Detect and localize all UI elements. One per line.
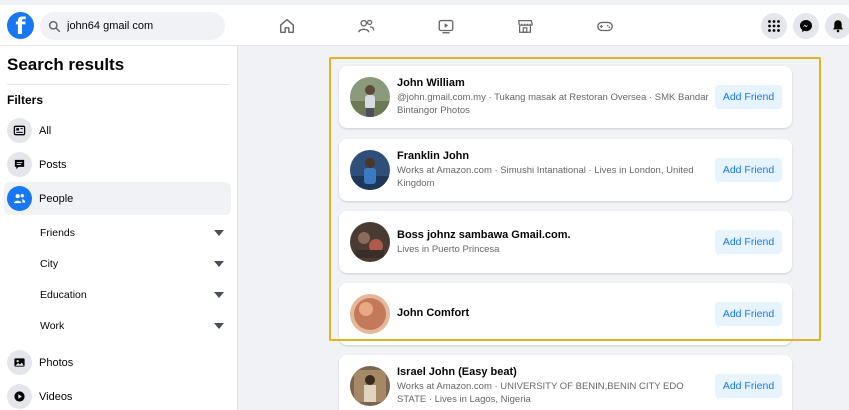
play-icon bbox=[7, 384, 32, 409]
photo-icon bbox=[7, 350, 32, 375]
caret-down-icon bbox=[214, 323, 224, 329]
subfilter-city-dropdown[interactable]: City bbox=[40, 252, 228, 276]
result-details: Works at Amazon.com · Simushi Intanation… bbox=[397, 165, 694, 189]
add-friend-button[interactable]: Add Friend bbox=[715, 158, 782, 182]
sidebar-item-label: Photos bbox=[39, 356, 74, 369]
avatar[interactable] bbox=[350, 222, 390, 262]
caret-down-icon bbox=[214, 230, 224, 236]
caret-down-icon bbox=[214, 292, 224, 298]
friends-tab-icon[interactable] bbox=[356, 16, 376, 36]
divider bbox=[7, 84, 229, 85]
newsfeed-icon bbox=[7, 118, 32, 143]
sidebar-item-videos[interactable]: Videos bbox=[4, 380, 231, 410]
marketplace-tab-icon[interactable] bbox=[515, 16, 535, 36]
result-name[interactable]: Franklin John bbox=[397, 150, 469, 162]
sidebar-item-label: People bbox=[39, 192, 74, 205]
filters-heading: Filters bbox=[7, 93, 44, 107]
result-card-franklin-john[interactable]: Franklin John Works at Amazon.com · Simu… bbox=[339, 139, 792, 201]
sidebar-item-label: Posts bbox=[39, 158, 67, 171]
result-card-john-william[interactable]: John William @john.gmail.com.my · Tukang… bbox=[339, 66, 792, 128]
result-details: Lives in Puerto Princesa bbox=[397, 244, 500, 255]
result-card-boss-johnz-sambawa[interactable]: Boss johnz sambawa Gmail.com. Lives in P… bbox=[339, 211, 792, 273]
result-details: Works at Amazon.com · UNIVERSITY OF BENI… bbox=[397, 381, 684, 405]
result-details: @john.gmail.com.my · Tukang masak at Res… bbox=[397, 92, 709, 116]
subfilter-label: Education bbox=[40, 289, 87, 301]
messenger-icon[interactable] bbox=[793, 13, 819, 39]
subfilter-friends-dropdown[interactable]: Friends bbox=[40, 221, 228, 245]
home-tab-icon[interactable] bbox=[277, 16, 297, 36]
add-friend-button[interactable]: Add Friend bbox=[715, 302, 782, 326]
sidebar-item-people[interactable]: People bbox=[4, 182, 231, 215]
avatar[interactable] bbox=[350, 77, 390, 117]
sidebar-item-posts[interactable]: Posts bbox=[4, 148, 231, 181]
facebook-logo-icon[interactable]: f bbox=[7, 12, 34, 39]
result-name[interactable]: Boss johnz sambawa Gmail.com. bbox=[397, 229, 571, 241]
result-name[interactable]: John William bbox=[397, 77, 465, 89]
search-input[interactable] bbox=[67, 20, 217, 32]
subfilter-work-dropdown[interactable]: Work bbox=[40, 314, 228, 338]
top-navigation-bar: f bbox=[0, 0, 849, 46]
sidebar-item-all[interactable]: All bbox=[4, 114, 231, 147]
subfilter-label: Work bbox=[40, 320, 65, 332]
avatar[interactable] bbox=[350, 294, 390, 334]
chat-bubble-icon bbox=[7, 152, 32, 177]
watch-tab-icon[interactable] bbox=[436, 16, 456, 36]
avatar[interactable] bbox=[350, 150, 390, 190]
result-name[interactable]: Israel John (Easy beat) bbox=[397, 366, 517, 378]
search-icon bbox=[48, 20, 61, 32]
add-friend-button[interactable]: Add Friend bbox=[715, 374, 782, 398]
sidebar-item-photos[interactable]: Photos bbox=[4, 346, 231, 379]
sidebar-item-label: All bbox=[39, 124, 52, 137]
result-card-john-comfort[interactable]: John Comfort Add Friend bbox=[339, 283, 792, 345]
result-name[interactable]: John Comfort bbox=[397, 307, 469, 319]
subfilter-label: Friends bbox=[40, 227, 76, 239]
notifications-bell-icon[interactable] bbox=[825, 13, 849, 39]
gaming-tab-icon[interactable] bbox=[595, 16, 615, 36]
menu-grid-icon[interactable] bbox=[761, 13, 787, 39]
result-card-israel-john[interactable]: Israel John (Easy beat) Works at Amazon.… bbox=[339, 355, 792, 410]
search-box[interactable] bbox=[40, 12, 225, 40]
caret-down-icon bbox=[214, 261, 224, 267]
search-filters-sidebar: Search results Filters All Posts People … bbox=[0, 46, 238, 410]
page-title: Search results bbox=[7, 55, 125, 74]
people-icon bbox=[7, 186, 32, 211]
subfilter-label: City bbox=[40, 258, 59, 270]
sidebar-item-label: Videos bbox=[39, 390, 73, 403]
add-friend-button[interactable]: Add Friend bbox=[715, 85, 782, 109]
subfilter-education-dropdown[interactable]: Education bbox=[40, 283, 228, 307]
add-friend-button[interactable]: Add Friend bbox=[715, 230, 782, 254]
avatar[interactable] bbox=[350, 366, 390, 406]
